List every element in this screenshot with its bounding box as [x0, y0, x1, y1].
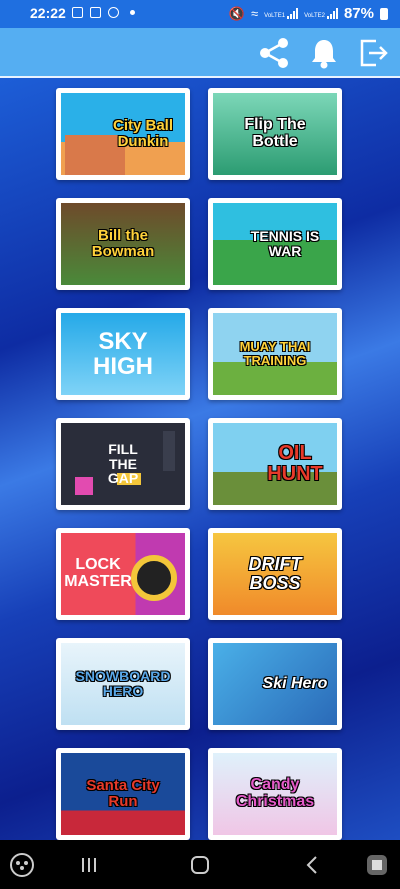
gallery-icon	[72, 7, 83, 18]
wifi-icon: ≈	[251, 6, 259, 21]
assistant-icon	[367, 855, 387, 875]
status-right-icons: 🔇 ≈ VoLTE1 VoLTE2 87%	[229, 5, 388, 22]
game-thumbnail: Flip The Bottle	[213, 93, 337, 175]
game-thumbnail: Santa City Run	[61, 753, 185, 835]
system-navigation-bar	[0, 840, 400, 889]
status-notification-icons	[72, 7, 135, 18]
game-title: Santa City Run	[86, 777, 160, 810]
notifications-button[interactable]	[307, 36, 341, 70]
game-tile-drift-boss[interactable]: DRIFT BOSS	[208, 528, 342, 620]
game-tile-city-ball-dunkin[interactable]: City Ball Dunkin	[56, 88, 190, 180]
game-thumbnail: Ski Hero	[213, 643, 337, 725]
status-bar: 22:22 🔇 ≈ VoLTE1 VoLTE2 87%	[0, 0, 400, 28]
game-title: OIL HUNT	[267, 442, 323, 485]
recent-apps-button[interactable]	[78, 852, 100, 878]
home-button[interactable]	[188, 852, 212, 878]
assistant-button[interactable]	[364, 852, 390, 878]
game-tile-bill-the-bowman[interactable]: Bill the Bowman	[56, 198, 190, 290]
game-title: SNOWBOARD HERO	[75, 668, 171, 699]
recent-apps-icon	[82, 858, 96, 872]
game-title: DRIFT BOSS	[248, 554, 302, 593]
game-title: Bill the Bowman	[91, 227, 155, 260]
game-thumbnail: SKY HIGH	[61, 313, 185, 395]
game-launcher-button[interactable]	[8, 852, 36, 878]
game-title: Flip The Bottle	[244, 116, 306, 150]
game-thumbnail: OIL HUNT	[213, 423, 337, 505]
game-thumbnail: Candy Christmas	[213, 753, 337, 835]
game-title: Ski Hero	[262, 674, 328, 692]
game-grid: City Ball Dunkin Flip The Bottle Bill th…	[0, 78, 400, 840]
game-tile-muay-thai-training[interactable]: MUAY THAI TRAINING	[208, 308, 342, 400]
signal-sim2: VoLTE2	[304, 8, 338, 19]
news-icon	[90, 7, 101, 18]
game-thumbnail: SNOWBOARD HERO	[61, 643, 185, 725]
game-tile-flip-the-bottle[interactable]: Flip The Bottle	[208, 88, 342, 180]
exit-button[interactable]	[357, 36, 391, 70]
game-title: MUAY THAI TRAINING	[239, 339, 311, 368]
game-tile-oil-hunt[interactable]: OIL HUNT	[208, 418, 342, 510]
game-thumbnail: MUAY THAI TRAINING	[213, 313, 337, 395]
game-thumbnail: LOCK MASTER	[61, 533, 185, 615]
signal-sim1: VoLTE1	[264, 8, 299, 19]
game-thumbnail: FILL THE GAP	[61, 423, 185, 505]
game-thumbnail: DRIFT BOSS	[213, 533, 337, 615]
game-tile-santa-city-run[interactable]: Santa City Run	[56, 748, 190, 840]
back-icon	[306, 856, 317, 874]
block-shape	[75, 477, 93, 495]
battery-percent: 87%	[343, 5, 374, 22]
game-tile-fill-the-gap[interactable]: FILL THE GAP	[56, 418, 190, 510]
game-title: SKY HIGH	[93, 327, 153, 380]
game-thumbnail: Bill the Bowman	[61, 203, 185, 285]
game-title: LOCK MASTER	[64, 556, 132, 590]
game-tile-candy-christmas[interactable]: Candy Christmas	[208, 748, 342, 840]
mute-icon: 🔇	[228, 5, 246, 21]
status-time: 22:22	[30, 5, 66, 21]
game-thumbnail: City Ball Dunkin	[61, 93, 185, 175]
game-tile-tennis-is-war[interactable]: TENNIS IS WAR	[208, 198, 342, 290]
home-icon	[191, 856, 209, 874]
game-title: City Ball Dunkin	[112, 117, 173, 150]
share-button[interactable]	[257, 36, 291, 70]
app-bar	[0, 28, 400, 76]
share-icon	[260, 38, 288, 68]
back-button[interactable]	[300, 852, 324, 878]
lock-shape	[131, 555, 177, 601]
more-notifications-icon	[130, 10, 135, 15]
game-tile-lock-master[interactable]: LOCK MASTER	[56, 528, 190, 620]
bell-icon	[312, 40, 336, 69]
exit-icon	[360, 39, 388, 67]
game-title: TENNIS IS WAR	[250, 228, 320, 259]
vpn-icon	[108, 7, 119, 18]
battery-icon	[380, 7, 388, 20]
game-title: Candy Christmas	[235, 776, 315, 810]
game-tile-snowboard-hero[interactable]: SNOWBOARD HERO	[56, 638, 190, 730]
game-tile-ski-hero[interactable]: Ski Hero	[208, 638, 342, 730]
block-shape	[163, 431, 175, 471]
game-title: FILL THE GAP	[107, 440, 139, 487]
game-thumbnail: TENNIS IS WAR	[213, 203, 337, 285]
game-tile-sky-high[interactable]: SKY HIGH	[56, 308, 190, 400]
game-controller-icon	[10, 853, 34, 877]
